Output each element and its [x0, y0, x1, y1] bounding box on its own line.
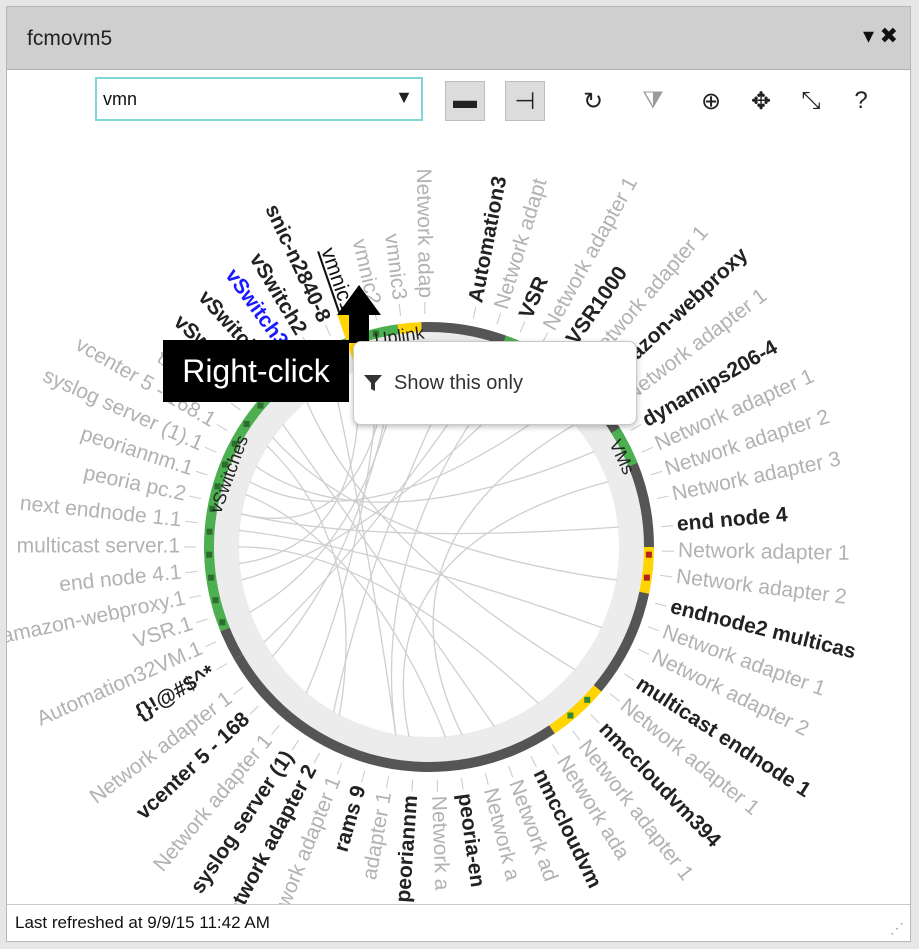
alarm-port-marker[interactable]	[643, 574, 650, 581]
port-marker[interactable]	[208, 574, 215, 581]
right-click-callout: Right-click	[163, 340, 349, 402]
label-leader-line	[654, 602, 667, 607]
label-leader-line	[641, 446, 654, 453]
node-label[interactable]: Network adapter 1	[678, 539, 850, 565]
label-leader-line	[249, 705, 259, 715]
label-leader-line	[233, 686, 244, 695]
node-label[interactable]: vmnic3	[380, 232, 411, 301]
last-refreshed-text: Last refreshed at 9/9/15 11:42 AM	[15, 913, 270, 932]
menu-item-label: Show this only	[394, 372, 523, 394]
label-leader-line	[195, 470, 208, 476]
port-marker[interactable]	[584, 696, 591, 703]
label-leader-line	[336, 762, 343, 775]
label-leader-line	[472, 306, 477, 319]
node-label[interactable]: peoriannm	[392, 795, 422, 904]
label-leader-line	[185, 570, 198, 574]
alarm-port-marker[interactable]	[645, 551, 652, 558]
label-leader-line	[660, 574, 673, 578]
label-leader-line	[508, 765, 514, 778]
label-leader-line	[216, 424, 228, 431]
label-leader-line	[484, 772, 489, 785]
label-leader-line	[572, 730, 581, 741]
node-label[interactable]: multicast server.1	[17, 535, 180, 558]
label-leader-line	[195, 618, 208, 624]
label-leader-line	[216, 663, 228, 670]
label-leader-line	[519, 321, 526, 333]
label-leader-line	[650, 470, 663, 476]
label-leader-line	[291, 739, 300, 751]
port-marker[interactable]	[257, 402, 264, 409]
chord-link	[332, 381, 397, 736]
label-leader-line	[552, 744, 560, 756]
port-marker[interactable]	[212, 597, 219, 604]
label-leader-line	[656, 495, 669, 500]
port-marker[interactable]	[206, 551, 213, 558]
menu-item-show-this-only[interactable]: Show this only	[364, 372, 523, 395]
label-leader-line	[360, 770, 366, 783]
label-leader-line	[271, 725, 280, 736]
label-leader-line	[204, 641, 217, 648]
resize-grip-icon[interactable]: ⋰	[890, 920, 904, 937]
label-leader-line	[647, 626, 660, 632]
node-label[interactable]: Network adap	[412, 168, 437, 298]
label-leader-line	[325, 324, 331, 337]
label-leader-line	[189, 594, 202, 599]
label-leader-line	[385, 776, 390, 789]
label-leader-line	[313, 752, 321, 764]
label-leader-line	[398, 303, 402, 316]
node-label[interactable]: Network a	[427, 795, 453, 891]
label-leader-line	[630, 424, 642, 431]
label-leader-line	[230, 402, 241, 411]
context-menu: Show this only	[353, 341, 637, 425]
filter-icon	[364, 375, 382, 391]
port-marker[interactable]	[206, 528, 213, 535]
label-leader-line	[624, 673, 635, 681]
port-marker[interactable]	[567, 712, 574, 719]
label-leader-line	[185, 520, 198, 524]
label-leader-line	[638, 648, 650, 655]
label-leader-line	[204, 446, 217, 453]
topology-panel: fcmovm5 ▾ ✖ vmn ▼ ▬ ⊣ ↻ ⧩ ⊕ ✥ ⤡? vSwitches VMs U…	[6, 6, 911, 942]
label-leader-line	[661, 525, 674, 528]
label-leader-line	[189, 495, 202, 500]
label-leader-line	[590, 714, 600, 724]
chord-link	[390, 372, 508, 736]
label-leader-line	[496, 312, 502, 325]
port-marker[interactable]	[243, 420, 250, 427]
label-leader-line	[460, 777, 464, 790]
node-label[interactable]: end node 4	[676, 503, 789, 536]
label-leader-line	[411, 779, 414, 792]
port-marker[interactable]	[219, 619, 226, 626]
label-leader-line	[609, 693, 620, 702]
status-bar: Last refreshed at 9/9/15 11:42 AM ⋰	[7, 904, 910, 941]
topology-chord-diagram[interactable]: vSwitches VMsUplinkAutomation3Network ada…	[7, 7, 912, 907]
label-leader-line	[530, 756, 537, 768]
